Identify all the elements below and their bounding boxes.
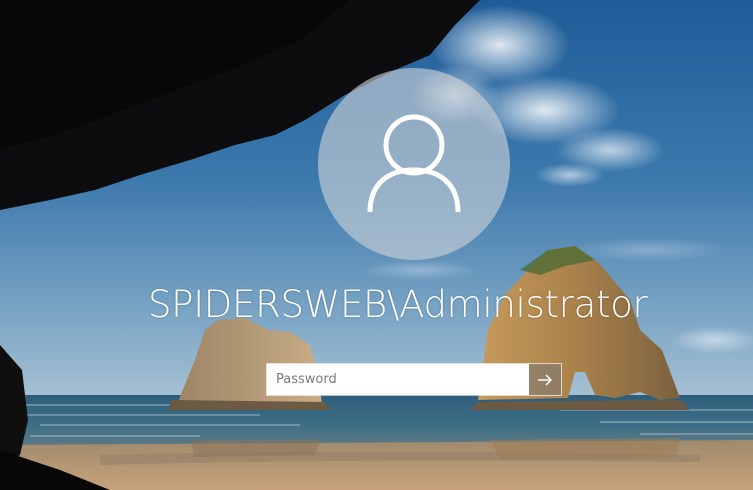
user-avatar (318, 68, 510, 260)
user-icon (367, 114, 461, 213)
account-name: SPIDERSWEB\Administrator (148, 283, 648, 326)
password-row (266, 363, 562, 396)
submit-button[interactable] (529, 364, 561, 395)
password-input[interactable] (267, 364, 529, 395)
arrow-right-icon (538, 373, 553, 386)
